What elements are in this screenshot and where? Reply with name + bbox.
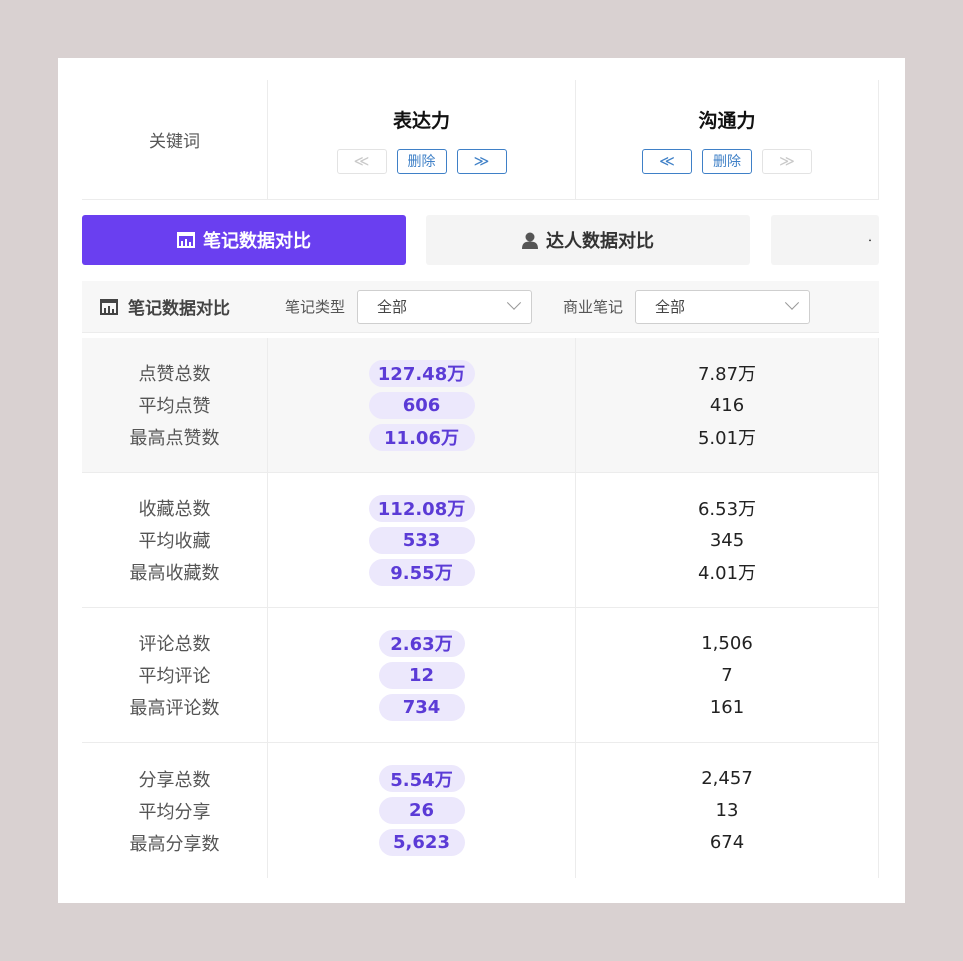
filter-bar: 笔记数据对比 笔记类型 全部 商业笔记 全部 [82, 281, 879, 333]
metric-value-highlight: 5,623 [378, 829, 465, 856]
business-note-select[interactable]: 全部 [635, 289, 811, 324]
move-right-button[interactable]: ≫ [456, 148, 507, 174]
metric-label: 点赞总数 [138, 364, 211, 385]
metric-label: 平均收藏 [138, 531, 211, 552]
metric-value-highlight: 533 [368, 526, 475, 554]
metric-value-highlight: 5.54万 [378, 765, 465, 792]
metric-value: 345 [709, 529, 745, 551]
chart-icon [100, 298, 118, 315]
metric-value: 2,457 [701, 768, 753, 789]
comparison-card: 关键词 表达力 ≪ 删除 ≫ 沟通力 ≪ 删除 ≫ 笔记数据对比 达人数据对比 … [58, 58, 905, 903]
section-title: 笔记数据对比 [100, 294, 285, 319]
metric-value-highlight: 2.63万 [378, 629, 465, 657]
metric-value-highlight: 26 [378, 797, 465, 824]
section-title-text: 笔记数据对比 [128, 299, 230, 319]
metric-value: 13 [715, 800, 739, 821]
move-left-button[interactable]: ≪ [336, 148, 387, 174]
metric-value: 674 [709, 832, 745, 853]
tab-label: 笔记数据对比 [203, 231, 311, 252]
metric-value-highlight: 9.55万 [368, 558, 475, 586]
keyword-title: 沟通力 [698, 109, 756, 132]
note-type-select[interactable]: 全部 [357, 289, 533, 324]
business-note-value: 全部 [655, 298, 686, 316]
metric-value: 7.87万 [697, 364, 757, 385]
keyword-title: 表达力 [392, 109, 450, 132]
delete-keyword-button[interactable]: 删除 [702, 148, 752, 174]
metric-value-highlight: 734 [378, 693, 465, 721]
metric-label: 平均评论 [138, 666, 211, 687]
chevron-down-icon [784, 295, 800, 310]
chart-icon [177, 232, 195, 248]
metric-label: 平均点赞 [138, 396, 211, 417]
note-type-label: 笔记类型 [285, 298, 346, 316]
metric-group-collects: 收藏总数 平均收藏 最高收藏数 112.08万 533 9.55万 6.53万 … [82, 473, 879, 608]
metric-group-shares: 分享总数 平均分享 最高分享数 5.54万 26 5,623 2,457 13 … [82, 743, 879, 878]
metric-value-highlight: 127.48万 [368, 359, 475, 387]
chevron-down-icon [506, 295, 522, 310]
note-type-value: 全部 [377, 298, 408, 316]
keyword-label: 关键词 [82, 80, 268, 199]
business-note-label: 商业笔记 [563, 298, 624, 316]
metric-value-highlight: 12 [378, 661, 465, 689]
metric-label: 平均分享 [138, 801, 211, 823]
metric-value-highlight: 11.06万 [368, 423, 475, 451]
metric-value: 4.01万 [697, 563, 757, 584]
metric-value: 6.53万 [697, 499, 757, 520]
metric-value-highlight: 606 [368, 391, 475, 419]
metric-label: 最高收藏数 [129, 563, 220, 584]
metric-value: 7 [721, 664, 733, 686]
metric-label: 最高评论数 [129, 698, 220, 719]
tab-note-data-compare[interactable]: 笔记数据对比 [82, 215, 406, 265]
tab-bar: 笔记数据对比 达人数据对比 [82, 215, 879, 267]
metric-label: 评论总数 [138, 634, 211, 655]
metrics-table: 点赞总数 平均点赞 最高点赞数 127.48万 606 11.06万 7.87万… [82, 338, 879, 878]
user-icon [522, 232, 538, 249]
metric-label: 最高分享数 [129, 833, 220, 855]
metric-label: 分享总数 [138, 769, 211, 791]
metric-value: 1,506 [701, 632, 753, 654]
metric-value-highlight: 112.08万 [368, 494, 475, 522]
move-right-button[interactable]: ≫ [762, 148, 812, 174]
keyword-column-1: 表达力 ≪ 删除 ≫ [268, 80, 576, 199]
metric-label: 最高点赞数 [129, 428, 220, 449]
lock-icon [869, 238, 871, 242]
tab-label: 达人数据对比 [546, 231, 654, 252]
keyword-header-row: 关键词 表达力 ≪ 删除 ≫ 沟通力 ≪ 删除 ≫ [82, 80, 879, 200]
metric-group-likes: 点赞总数 平均点赞 最高点赞数 127.48万 606 11.06万 7.87万… [82, 338, 879, 473]
tab-kol-data-compare[interactable]: 达人数据对比 [426, 215, 750, 265]
delete-keyword-button[interactable]: 删除 [396, 148, 447, 174]
metric-value: 5.01万 [697, 428, 757, 449]
metric-label: 收藏总数 [138, 499, 211, 520]
move-left-button[interactable]: ≪ [642, 148, 692, 174]
metric-value: 416 [709, 394, 745, 416]
metric-value: 161 [709, 696, 745, 718]
metric-group-comments: 评论总数 平均评论 最高评论数 2.63万 12 734 1,506 7 161 [82, 608, 879, 743]
tab-third[interactable] [771, 215, 879, 265]
keyword-column-2: 沟通力 ≪ 删除 ≫ [576, 80, 879, 199]
